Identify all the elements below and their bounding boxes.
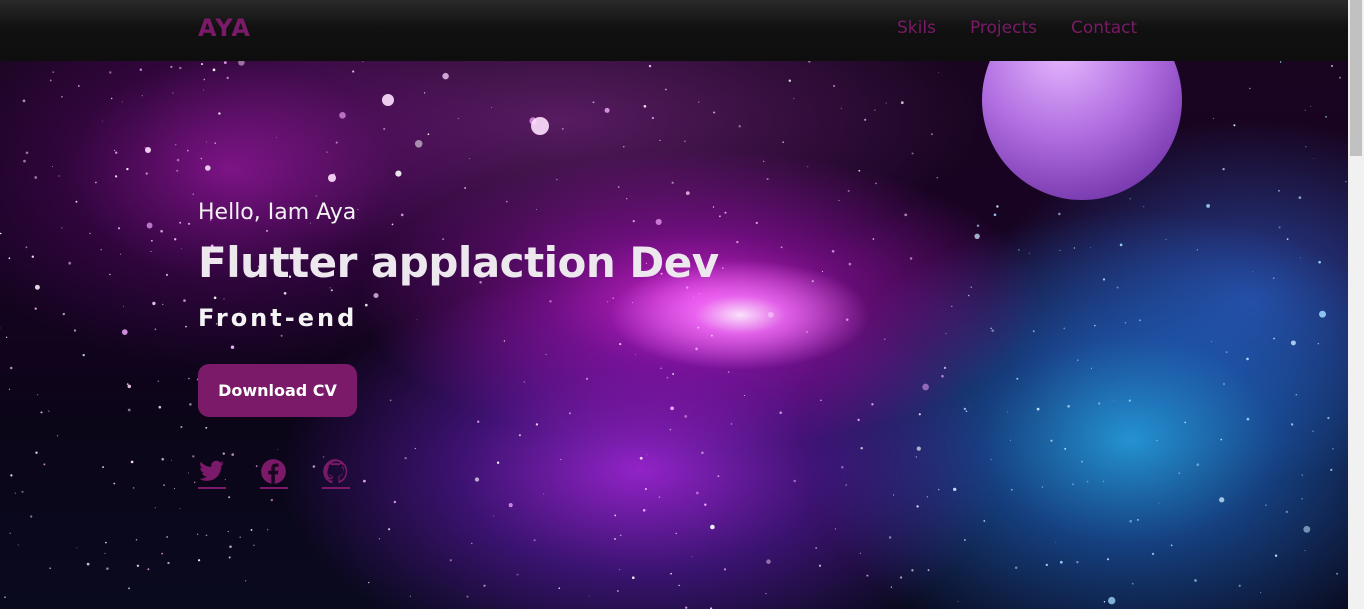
download-cv-button[interactable]: Download CV xyxy=(198,364,357,417)
github-icon xyxy=(323,459,348,484)
facebook-link[interactable] xyxy=(260,458,288,489)
social-links xyxy=(198,458,350,489)
page-scrollbar[interactable] xyxy=(1348,0,1364,609)
nav-link-skills[interactable]: Skils xyxy=(897,18,936,38)
facebook-icon xyxy=(261,459,286,484)
twitter-link[interactable] xyxy=(198,458,226,489)
github-link[interactable] xyxy=(322,458,350,489)
hero-headline: Flutter applaction Dev xyxy=(198,238,719,287)
nav-links: Skils Projects Contact xyxy=(897,18,1137,38)
portfolio-page: AYA Skils Projects Contact Hello, Iam Ay… xyxy=(0,0,1364,609)
scrollbar-thumb[interactable] xyxy=(1350,0,1362,156)
navbar: AYA Skils Projects Contact xyxy=(0,0,1348,61)
hero-role: Front-end xyxy=(198,304,358,332)
hero-greeting: Hello, Iam Aya xyxy=(198,200,357,225)
nav-link-projects[interactable]: Projects xyxy=(970,18,1037,38)
site-logo[interactable]: AYA xyxy=(198,14,251,42)
nav-link-contact[interactable]: Contact xyxy=(1071,18,1137,38)
twitter-icon xyxy=(199,460,224,481)
